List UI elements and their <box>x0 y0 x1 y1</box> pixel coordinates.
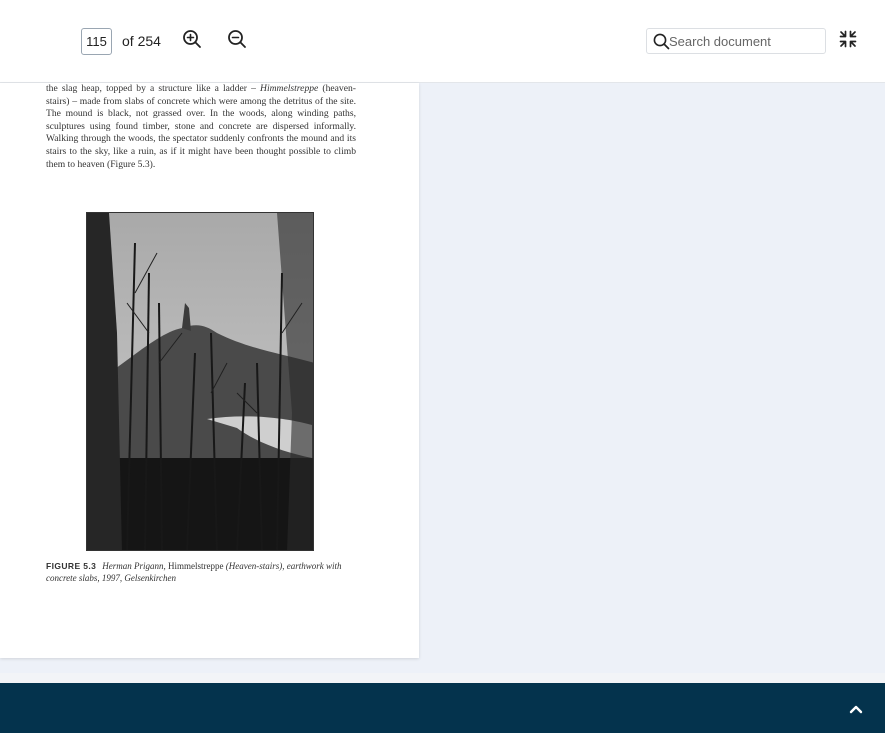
body-paragraph: the slag heap, topped by a structure lik… <box>46 83 356 171</box>
figure-label: FIGURE 5.3 <box>46 561 97 571</box>
page-number-input[interactable] <box>81 28 112 55</box>
page-total-label: of 254 <box>122 33 161 49</box>
document-page: the slag heap, topped by a structure lik… <box>0 83 419 658</box>
zoom-in-button[interactable] <box>180 27 204 51</box>
collapse-icon <box>839 30 857 48</box>
search-box <box>646 28 826 54</box>
document-toolbar: of 254 <box>0 0 885 83</box>
collapse-button[interactable] <box>836 27 860 51</box>
zoom-out-button[interactable] <box>225 27 249 51</box>
page-footer <box>0 683 885 733</box>
chevron-up-icon <box>849 705 863 714</box>
figure-caption: FIGURE 5.3 Herman Prigann, Himmelstreppe … <box>46 560 358 584</box>
footer-divider <box>0 673 885 683</box>
scroll-top-button[interactable] <box>846 702 866 716</box>
figure-photo <box>86 212 314 551</box>
caption-work: Himmelstreppe <box>168 561 224 571</box>
paragraph-text-rest: (heaven-stairs) – made from slabs of con… <box>46 83 356 170</box>
paragraph-term: Himmelstreppe <box>260 83 319 94</box>
caption-artist: Herman Prigann, <box>102 561 169 571</box>
photo-image <box>87 213 313 550</box>
search-icon <box>653 33 670 50</box>
zoom-out-icon <box>228 30 246 48</box>
zoom-in-icon <box>183 30 201 48</box>
document-viewer[interactable]: the slag heap, topped by a structure lik… <box>0 83 885 673</box>
paragraph-text: the slag heap, topped by a structure lik… <box>46 83 261 94</box>
search-input[interactable] <box>669 29 823 53</box>
